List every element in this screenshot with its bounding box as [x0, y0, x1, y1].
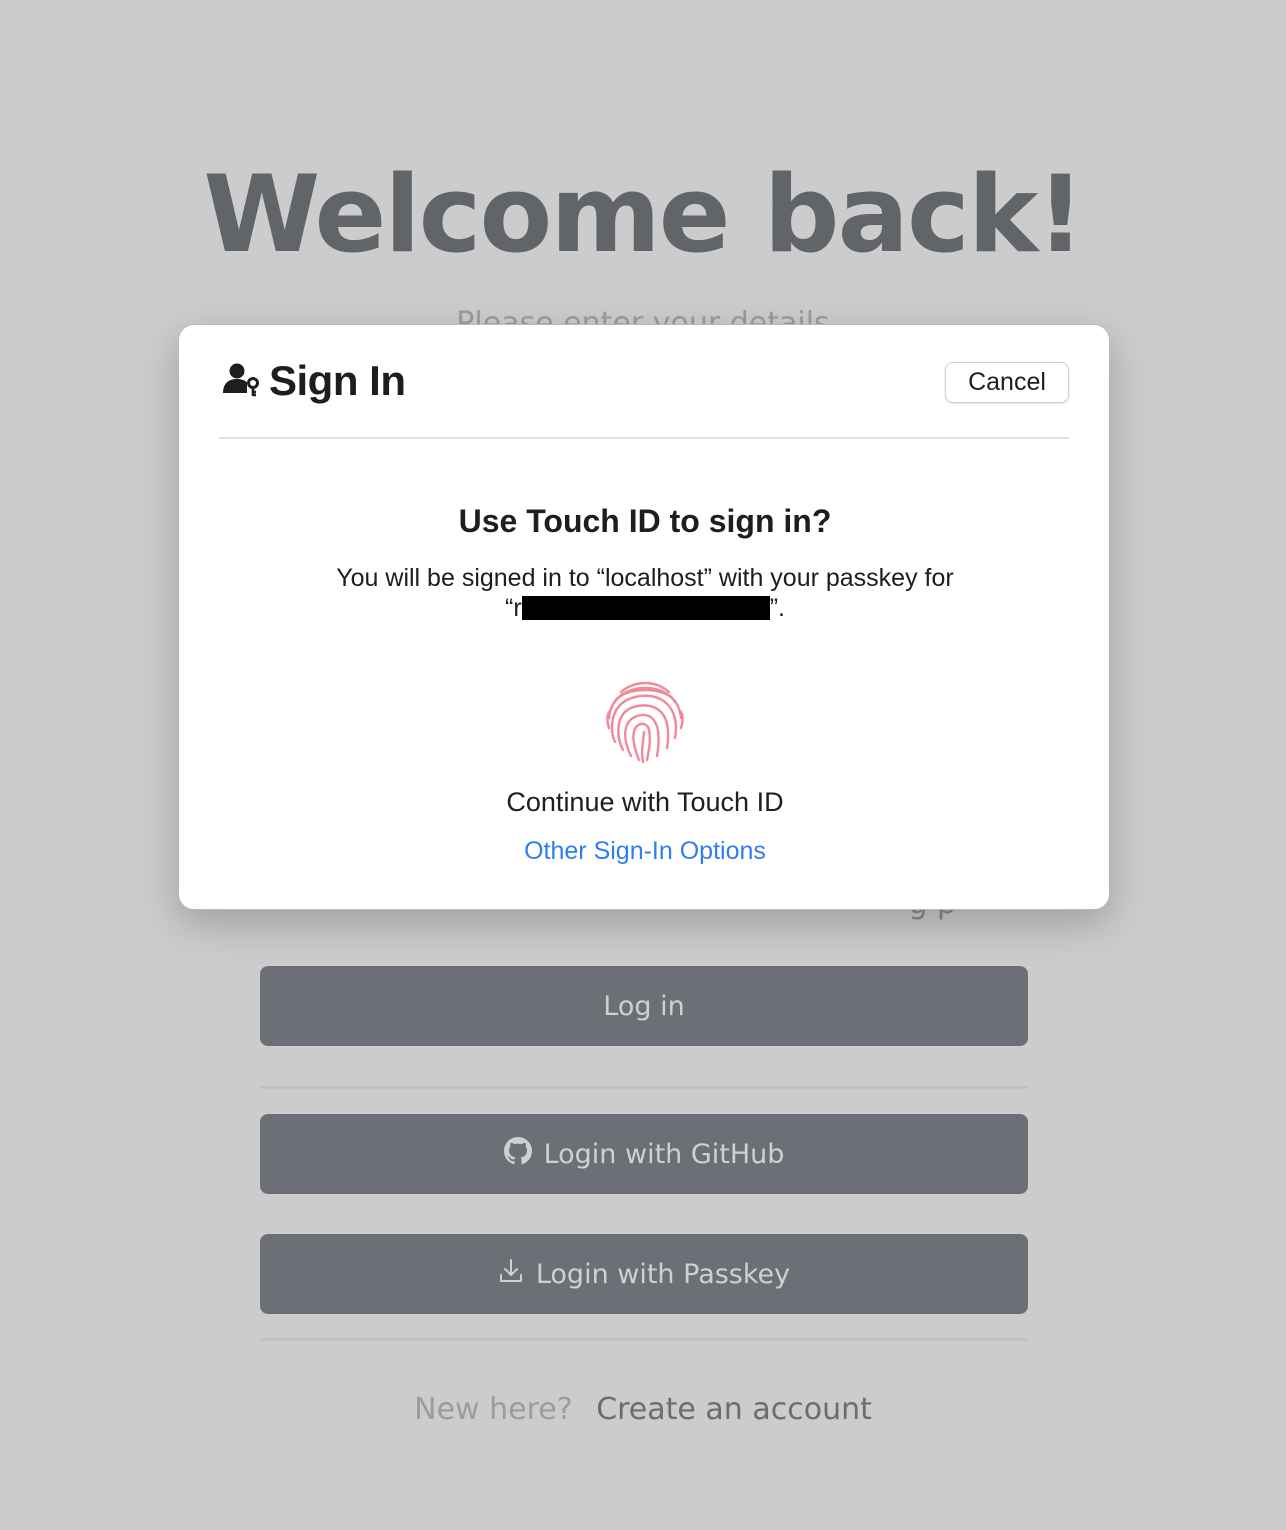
touch-id-prompt-title: Use Touch ID to sign in? — [458, 503, 832, 539]
login-button[interactable]: Log in — [260, 966, 1028, 1046]
dialog-header: Sign In Cancel — [219, 355, 1069, 439]
login-button-label: Log in — [603, 990, 685, 1022]
touch-id-prompt-body: You will be signed in to “localhost” wit… — [179, 563, 1111, 623]
divider — [260, 1338, 1028, 1341]
cancel-button[interactable]: Cancel — [945, 362, 1069, 403]
other-sign-in-options-link[interactable]: Other Sign-In Options — [179, 837, 1111, 866]
signup-row: New here? Create an account — [0, 1392, 1286, 1427]
signup-prompt: New here? — [414, 1392, 573, 1427]
dialog-title: Sign In — [221, 357, 406, 405]
account-prefix: “r — [505, 594, 522, 622]
account-suffix: ”. — [769, 594, 785, 622]
prompt-line-1: You will be signed in to “localhost” wit… — [336, 564, 954, 592]
github-login-button[interactable]: Login with GitHub — [260, 1114, 1028, 1194]
create-account-link[interactable]: Create an account — [596, 1392, 872, 1427]
github-icon — [503, 1136, 532, 1172]
person-key-icon — [221, 359, 261, 403]
prompt-line-2: “r ”. — [179, 593, 1111, 623]
continue-with-touch-id-label: Continue with Touch ID — [506, 787, 784, 817]
passkey-login-button[interactable]: Login with Passkey — [260, 1234, 1028, 1314]
download-icon — [498, 1257, 524, 1292]
redacted-account-name — [521, 596, 770, 620]
github-button-label: Login with GitHub — [543, 1138, 785, 1170]
divider — [260, 1086, 1028, 1089]
passkey-button-label: Login with Passkey — [535, 1258, 791, 1290]
dialog-title-text: Sign In — [269, 357, 406, 404]
passkey-sign-in-dialog: Sign In Cancel Use Touch ID to sign in? … — [178, 324, 1110, 910]
fingerprint-icon[interactable] — [597, 672, 693, 768]
page-heading: Welcome back! — [203, 153, 1084, 276]
